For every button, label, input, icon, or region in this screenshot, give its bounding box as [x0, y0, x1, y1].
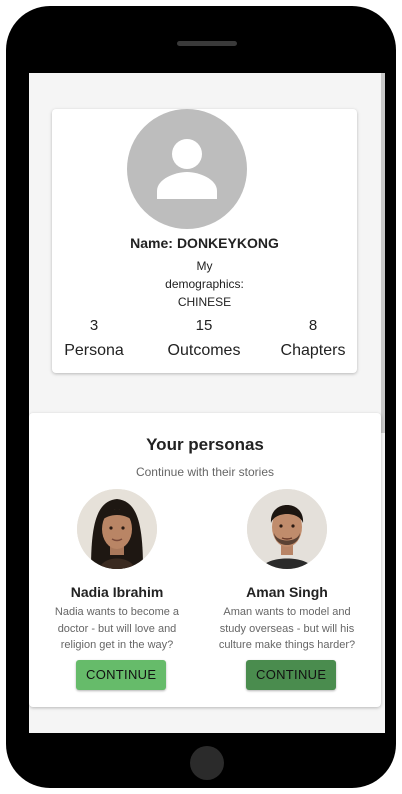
stat-label: Outcomes	[167, 342, 241, 359]
stat-value: 3	[89, 317, 99, 334]
personas-subtitle: Continue with their stories	[135, 465, 275, 479]
stat-label: Chapters	[280, 342, 346, 359]
demographics-label-line1: My	[196, 259, 213, 273]
stat-label: Persona	[64, 342, 124, 359]
scrollbar[interactable]	[381, 73, 385, 433]
demographics: My demographics: CHINESE	[152, 257, 257, 311]
persona-description: Nadia wants to become a doctor - but wil…	[54, 606, 180, 651]
persona-description: Aman wants to model and study overseas -…	[218, 606, 356, 651]
stat-value: 15	[195, 317, 213, 334]
name-value: DONKEYKONG	[176, 235, 279, 251]
phone-frame: Name: DONKEYKONG My demographics: CHINESE…	[6, 6, 396, 788]
continue-button[interactable]: CONTINUE	[76, 660, 167, 690]
stat-outcomes: 15 Outcomes	[154, 317, 254, 360]
stat-value: 8	[308, 317, 318, 334]
persona-name: Aman Singh	[246, 584, 328, 600]
personas-title: Your personas	[146, 435, 264, 454]
profile-card: Name: DONKEYKONG My demographics: CHINESE…	[52, 109, 357, 373]
user-placeholder-icon	[127, 109, 247, 229]
app-screen: Name: DONKEYKONG My demographics: CHINESE…	[29, 73, 385, 733]
profile-name: Name: DONKEYKONG	[52, 235, 357, 251]
persona-name: Nadia Ibrahim	[70, 584, 164, 600]
persona-avatar	[247, 489, 327, 569]
continue-button[interactable]: CONTINUE	[246, 660, 337, 690]
name-label: Name:	[130, 235, 173, 251]
personas-card: Your personas Continue with their storie…	[29, 413, 381, 707]
demographics-value: CHINESE	[177, 295, 232, 309]
stat-persona: 3 Persona	[44, 317, 144, 360]
home-button[interactable]	[190, 746, 224, 780]
demographics-label-line2: demographics:	[165, 277, 244, 291]
persona-avatar	[77, 489, 157, 569]
stat-chapters: 8 Chapters	[263, 317, 363, 360]
speaker-grille	[177, 41, 237, 46]
